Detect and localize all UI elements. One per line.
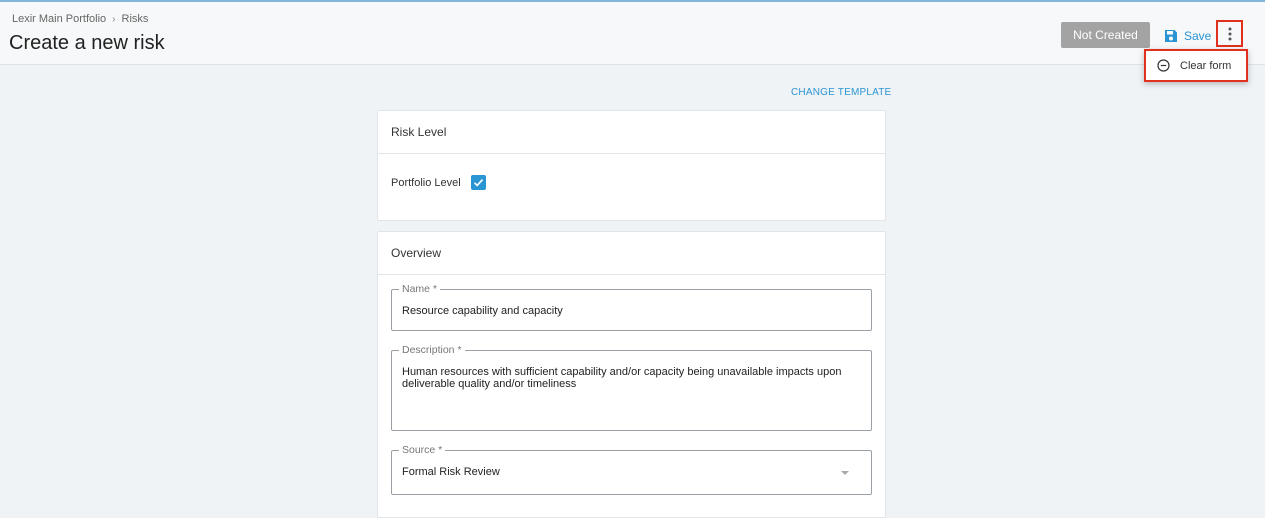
breadcrumb-portfolio-link[interactable]: Lexir Main Portfolio [12, 13, 106, 25]
risk-level-heading: Risk Level [378, 111, 885, 154]
breadcrumb: Lexir Main Portfolio › Risks [12, 13, 148, 25]
save-button[interactable]: Save [1164, 27, 1211, 45]
clear-form-menu-item[interactable]: Clear form [1180, 60, 1231, 72]
description-field[interactable]: Description * Human resources with suffi… [391, 344, 872, 431]
change-template-link[interactable]: CHANGE TEMPLATE [791, 87, 891, 98]
page-header: Lexir Main Portfolio › Risks Create a ne… [0, 2, 1265, 65]
risk-level-card: Risk Level Portfolio Level [377, 110, 886, 221]
overview-heading: Overview [378, 232, 885, 275]
minus-circle-icon [1157, 59, 1170, 72]
portfolio-level-label: Portfolio Level [391, 176, 461, 189]
page-title: Create a new risk [9, 32, 165, 54]
name-field[interactable]: Name * Resource capability and capacity [391, 283, 872, 331]
portfolio-level-checkbox[interactable] [470, 175, 486, 190]
kebab-menu-icon [1228, 27, 1231, 40]
save-label: Save [1184, 29, 1212, 43]
breadcrumb-separator: › [112, 13, 116, 25]
floppy-disk-icon [1165, 30, 1177, 42]
name-value: Resource capability and capacity [402, 305, 563, 317]
name-label: Name * [399, 283, 441, 295]
source-value: Formal Risk Review [402, 466, 500, 478]
portfolio-level-row: Portfolio Level [391, 175, 486, 190]
source-label: Source * [399, 444, 446, 456]
dropdown-caret-icon [841, 471, 849, 475]
source-select[interactable]: Source * Formal Risk Review [391, 444, 872, 495]
breadcrumb-risks-link[interactable]: Risks [122, 13, 149, 25]
checkmark-icon [473, 179, 483, 187]
status-button[interactable]: Not Created [1061, 22, 1150, 48]
more-options-menu: Clear form [1144, 49, 1248, 82]
more-options-button[interactable] [1216, 20, 1243, 47]
overview-card: Overview Name * Resource capability and … [377, 231, 886, 518]
description-label: Description * [399, 344, 465, 356]
description-value: Human resources with sufficient capabili… [402, 366, 842, 390]
